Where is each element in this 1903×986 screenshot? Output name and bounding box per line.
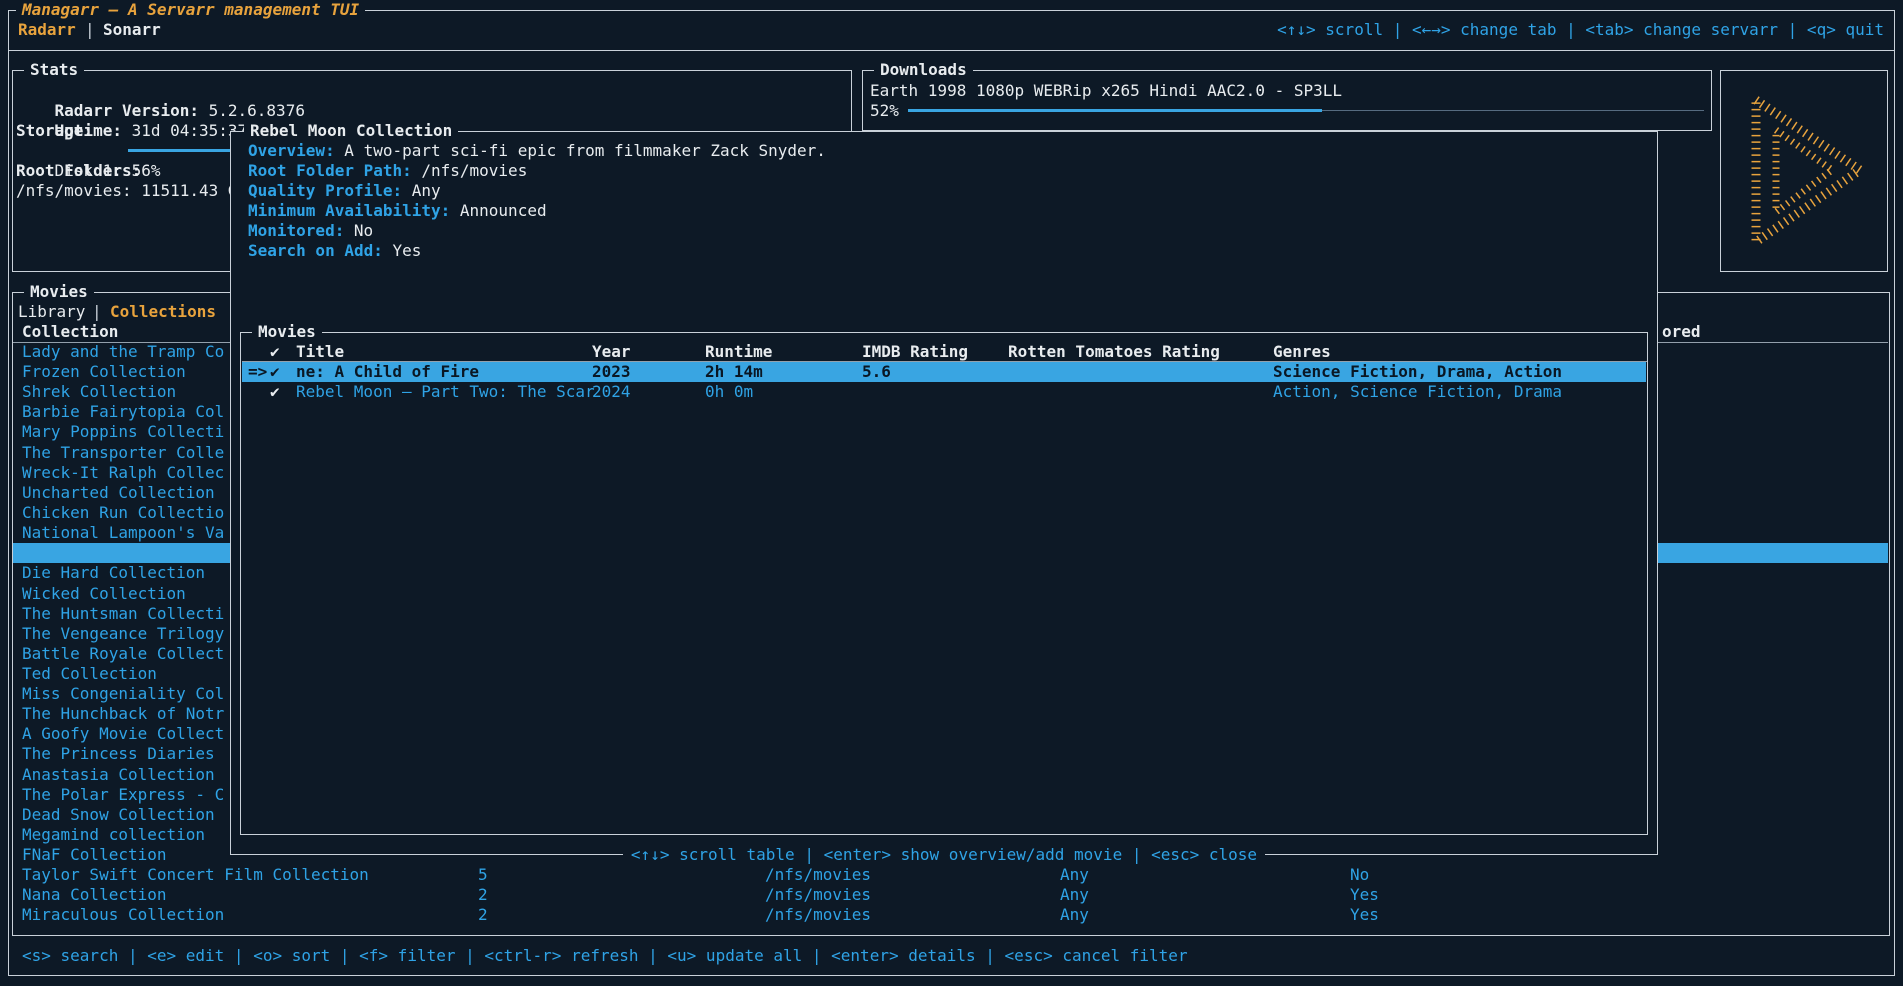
year-column-header: Year xyxy=(592,342,631,362)
check-column-header: ✔ xyxy=(270,342,280,362)
modal-field-value: Yes xyxy=(392,241,421,260)
modal-field: Root Folder Path: /nfs/movies xyxy=(248,161,527,181)
movies-table-panel xyxy=(240,332,1648,835)
modal-field-value: Announced xyxy=(460,201,547,220)
monitored-check-icon: ✔ xyxy=(270,362,280,382)
modal-field-label: Root Folder Path: xyxy=(248,161,412,180)
imdb-rating-column-header: IMDB Rating xyxy=(862,342,968,362)
movies-table-header: ✔ Title Year Runtime IMDB Rating Rotten … xyxy=(242,342,1647,362)
modal-keybinds-help: <↑↓> scroll table | <enter> show overvie… xyxy=(623,845,1265,864)
rotten-tomatoes-column-header: Rotten Tomatoes Rating xyxy=(1008,342,1220,362)
modal-field: Search on Add: Yes xyxy=(248,241,421,261)
modal-field-label: Overview: xyxy=(248,141,335,160)
runtime-column-header: Runtime xyxy=(705,342,772,362)
modal-field-label: Monitored: xyxy=(248,221,344,240)
modal-title: Rebel Moon Collection xyxy=(244,121,458,141)
title-column-header: Title xyxy=(296,342,344,362)
genres-column-header: Genres xyxy=(1273,342,1331,362)
movie-year: 2024 xyxy=(592,382,631,402)
modal-field: Monitored: No xyxy=(248,221,373,241)
movies-table-title: Movies xyxy=(252,322,322,342)
movie-row[interactable]: ✔ Rebel Moon – Part Two: The Scar 2024 0… xyxy=(242,382,1646,402)
modal-field: Minimum Availability: Announced xyxy=(248,201,547,221)
movie-title: ne: A Child of Fire xyxy=(296,362,479,382)
movie-imdb-rating: 5.6 xyxy=(862,362,891,382)
movie-runtime: 0h 0m xyxy=(705,382,753,402)
modal-field: Overview: A two-part sci-fi epic from fil… xyxy=(248,141,826,161)
modal-keybinds-bar: <↑↓> scroll table | <enter> show overvie… xyxy=(230,845,1658,865)
managarr-app: Managarr – A Servarr management TUI Rada… xyxy=(0,0,1903,986)
modal-field-label: Quality Profile: xyxy=(248,181,402,200)
movie-genres: Science Fiction, Drama, Action xyxy=(1273,362,1562,382)
modal-field-label: Search on Add: xyxy=(248,241,383,260)
monitored-check-icon: ✔ xyxy=(270,382,280,402)
selection-marker: => xyxy=(248,362,267,382)
modal-field: Quality Profile: Any xyxy=(248,181,441,201)
modal-field-value: Any xyxy=(412,181,441,200)
modal-field-value: A two-part sci-fi epic from filmmaker Za… xyxy=(344,141,826,160)
movie-genres: Action, Science Fiction, Drama xyxy=(1273,382,1562,402)
movie-row-selected[interactable]: => ✔ ne: A Child of Fire 2023 2h 14m 5.6… xyxy=(242,362,1646,382)
modal-field-value: No xyxy=(354,221,373,240)
movie-title: Rebel Moon – Part Two: The Scar xyxy=(296,382,595,402)
movie-runtime: 2h 14m xyxy=(705,362,763,382)
movie-year: 2023 xyxy=(592,362,631,382)
collection-details-modal: Rebel Moon Collection Overview: A two-par… xyxy=(0,0,1903,986)
modal-field-value: /nfs/movies xyxy=(421,161,527,180)
modal-field-label: Minimum Availability: xyxy=(248,201,450,220)
